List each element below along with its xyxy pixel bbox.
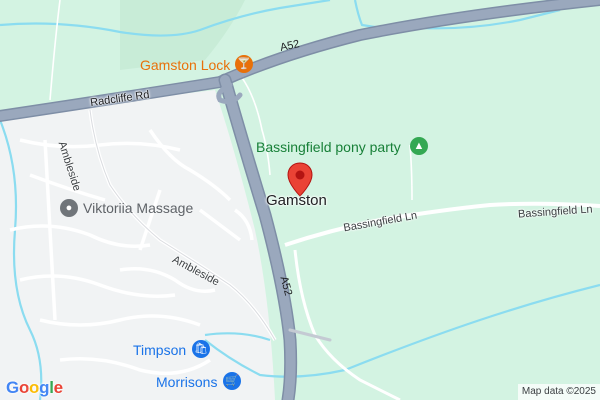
attribution[interactable]: Map data ©2025 bbox=[517, 384, 600, 400]
map-canvas[interactable]: 🍸 Gamston Lock ▲ Bassingfield pony party… bbox=[0, 0, 600, 400]
attribution-text: Map data ©2025 bbox=[521, 386, 596, 397]
shopping-bag-icon[interactable]: 🛍 bbox=[192, 340, 210, 358]
poi-morrisons-label[interactable]: Morrisons bbox=[156, 374, 217, 390]
google-logo: Google bbox=[6, 378, 63, 397]
poi-viktoriia-label[interactable]: Viktoriia Massage bbox=[83, 200, 193, 216]
cocktail-icon[interactable]: 🍸 bbox=[235, 55, 253, 73]
shopping-cart-icon[interactable]: 🛒 bbox=[223, 372, 241, 390]
circle-dot-icon[interactable]: ● bbox=[60, 199, 78, 217]
poi-pony-party-label[interactable]: Bassingfield pony party bbox=[256, 139, 401, 155]
poi-timpson-label[interactable]: Timpson bbox=[133, 342, 186, 358]
place-label-gamston: Gamston bbox=[266, 192, 327, 209]
tree-icon[interactable]: ▲ bbox=[410, 137, 428, 155]
poi-gamston-lock-label[interactable]: Gamston Lock bbox=[140, 57, 230, 73]
